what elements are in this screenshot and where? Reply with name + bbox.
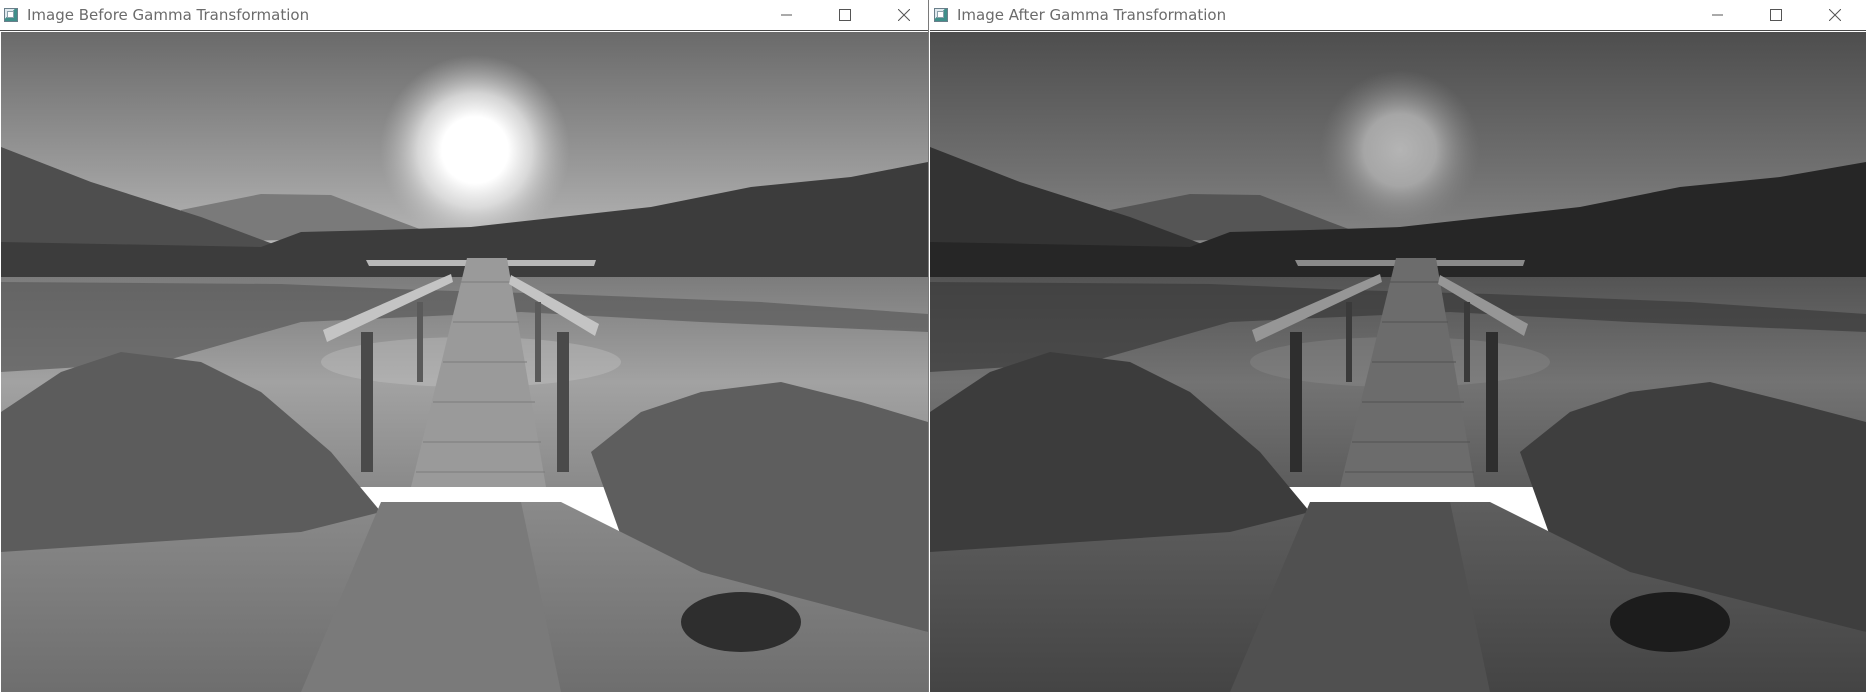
minimize-icon (781, 14, 792, 16)
window-title: Image Before Gamma Transformation (27, 6, 310, 24)
window-after-gamma: Image After Gamma Transformation (930, 0, 1866, 692)
maximize-icon (1770, 9, 1782, 21)
minimize-button[interactable] (764, 0, 810, 30)
image-before-gamma (1, 32, 928, 692)
close-button[interactable] (1812, 0, 1858, 30)
maximize-button[interactable] (1753, 0, 1799, 30)
image-window-icon (934, 8, 948, 22)
minimize-button[interactable] (1695, 0, 1741, 30)
maximize-icon (839, 9, 851, 21)
minimize-icon (1712, 14, 1723, 16)
window-title: Image After Gamma Transformation (957, 6, 1227, 24)
image-window-icon (4, 8, 18, 22)
maximize-button[interactable] (822, 0, 868, 30)
close-icon (898, 9, 910, 21)
image-after-gamma (930, 32, 1866, 692)
title-bar[interactable]: Image Before Gamma Transformation (0, 0, 928, 31)
close-button[interactable] (881, 0, 927, 30)
title-bar[interactable]: Image After Gamma Transformation (930, 0, 1866, 31)
close-icon (1829, 9, 1841, 21)
window-before-gamma: Image Before Gamma Transformation (0, 0, 929, 692)
